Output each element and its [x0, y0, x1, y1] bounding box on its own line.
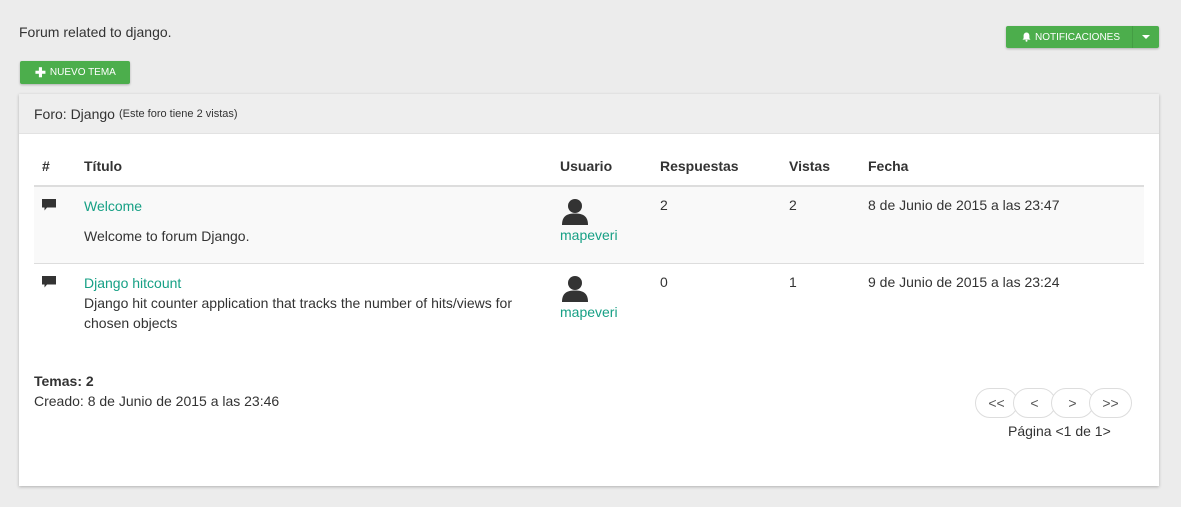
page-indicator: Página <1 de 1> — [1008, 423, 1111, 439]
col-header-user: Usuario — [560, 158, 613, 174]
forum-description: Forum related to django. — [19, 24, 172, 40]
views-count: 2 — [789, 197, 797, 213]
last-page-button[interactable]: >> — [1089, 388, 1132, 418]
created-date: Creado: 8 de Junio de 2015 a las 23:46 — [34, 393, 280, 409]
topic-cell: Django hitcount Django hit counter appli… — [84, 273, 524, 333]
next-page-button[interactable]: > — [1051, 388, 1094, 418]
col-header-title: Título — [84, 158, 123, 174]
views-count: 1 — [789, 274, 797, 290]
col-header-views: Vistas — [789, 158, 830, 174]
user-link[interactable]: mapeveri — [560, 304, 618, 320]
new-topic-button[interactable]: ✚ NUEVO TEMA — [20, 61, 130, 84]
forum-title: Foro: Django — [34, 105, 115, 122]
panel-heading: Foro: Django (Este foro tiene 2 vistas) — [19, 94, 1159, 134]
replies-count: 2 — [660, 197, 668, 213]
topic-link[interactable]: Welcome — [84, 196, 524, 216]
table-row: Welcome Welcome to forum Django. mapever… — [34, 187, 1144, 264]
notifications-label: NOTIFICACIONES — [1035, 31, 1121, 43]
topic-description: Welcome to forum Django. — [84, 228, 250, 244]
col-header-number: # — [42, 158, 50, 174]
notifications-button-group: NOTIFICACIONES — [1006, 26, 1160, 48]
bell-icon — [1022, 32, 1031, 42]
topics-table: # Título Usuario Respuestas Vistas Fecha… — [34, 150, 1144, 340]
forum-stats: Temas: 2 Creado: 8 de Junio de 2015 a la… — [34, 371, 279, 411]
col-header-replies: Respuestas — [660, 158, 739, 174]
topic-date: 9 de Junio de 2015 a las 23:24 — [868, 274, 1060, 290]
comment-icon — [42, 276, 56, 292]
pagination: << < > >> — [975, 388, 1132, 418]
user-cell: mapeveri — [560, 273, 618, 320]
col-header-date: Fecha — [868, 158, 909, 174]
caret-down-icon — [1142, 35, 1151, 39]
table-header: # Título Usuario Respuestas Vistas Fecha — [34, 150, 1144, 187]
notifications-button[interactable]: NOTIFICACIONES — [1006, 26, 1133, 48]
replies-count: 0 — [660, 274, 668, 290]
comment-icon — [42, 199, 56, 215]
forum-panel: Foro: Django (Este foro tiene 2 vistas) … — [19, 94, 1159, 486]
table-row: Django hitcount Django hit counter appli… — [34, 264, 1144, 340]
notifications-dropdown-toggle[interactable] — [1132, 26, 1160, 48]
user-avatar-icon[interactable] — [560, 196, 590, 226]
plus-icon: ✚ — [35, 65, 46, 80]
topic-description: Django hit counter application that trac… — [84, 295, 512, 331]
topic-cell: Welcome Welcome to forum Django. — [84, 196, 524, 246]
first-page-button[interactable]: << — [975, 388, 1018, 418]
topic-date: 8 de Junio de 2015 a las 23:47 — [868, 197, 1060, 213]
prev-page-button[interactable]: < — [1013, 388, 1056, 418]
forum-views-note: (Este foro tiene 2 vistas) — [118, 107, 238, 120]
user-avatar-icon[interactable] — [560, 273, 590, 303]
new-topic-label: NUEVO TEMA — [49, 67, 116, 78]
topic-link[interactable]: Django hitcount — [84, 273, 524, 293]
user-link[interactable]: mapeveri — [560, 227, 618, 243]
topics-count: Temas: 2 — [34, 373, 94, 389]
user-cell: mapeveri — [560, 196, 618, 243]
